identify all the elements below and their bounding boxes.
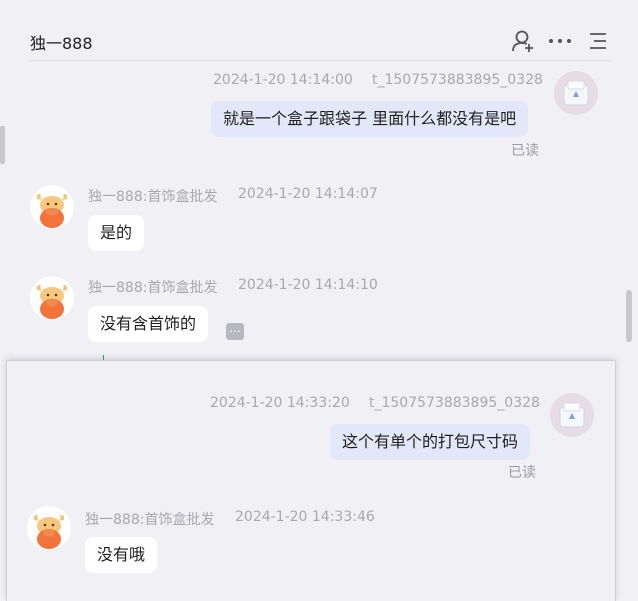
message-sender: t_1507573883895_0328 [372,72,543,88]
avatar[interactable] [30,276,74,320]
bull-avatar-icon [30,185,74,229]
message-time: 2024-1-20 14:14:10 [238,277,378,293]
message-bubble[interactable]: 这个有单个的打包尺寸码 [330,424,531,460]
chat-preview-popup: 2024-1-20 14:33:20 t_1507573883895_0328 … [6,360,616,601]
user-avatar-icon [550,393,594,437]
read-status: 已读 [508,465,536,481]
left-scrollbar[interactable] [0,126,5,164]
avatar[interactable] [550,393,594,437]
message-sender: 独一888:首饰盒批发 [85,512,215,528]
ellipsis-icon[interactable]: … [226,323,244,340]
chat-title: 独一888 [30,34,93,53]
bull-avatar-icon [27,506,71,550]
message-time: 2024-1-20 14:33:20 [210,395,350,411]
user-avatar-icon [554,71,598,115]
message-sender: t_1507573883895_0328 [369,395,540,411]
avatar[interactable] [27,506,71,550]
message-bubble[interactable]: 就是一个盒子跟袋子 里面什么都没有是吧 [211,101,529,137]
message-bubble[interactable]: 是的 [88,215,145,251]
message-bubble[interactable]: 没有哦 [85,537,158,573]
message-time: 2024-1-20 14:14:00 [213,72,353,88]
chat-scrollbar[interactable] [626,290,632,342]
menu-icon[interactable] [586,28,612,54]
message-bubble[interactable]: 没有含首饰的 [88,306,209,342]
more-icon[interactable] [547,28,573,54]
avatar[interactable] [554,71,598,115]
avatar[interactable] [30,185,74,229]
bull-avatar-icon [30,276,74,320]
header-divider [30,60,610,61]
chat-header: 独一888 [0,0,638,61]
add-contact-icon[interactable] [510,28,536,54]
message-time: 2024-1-20 14:14:07 [238,186,378,202]
read-status: 已读 [511,143,539,159]
message-sender: 独一888:首饰盒批发 [88,280,218,296]
message-time: 2024-1-20 14:33:46 [235,509,375,525]
message-sender: 独一888:首饰盒批发 [88,189,218,205]
